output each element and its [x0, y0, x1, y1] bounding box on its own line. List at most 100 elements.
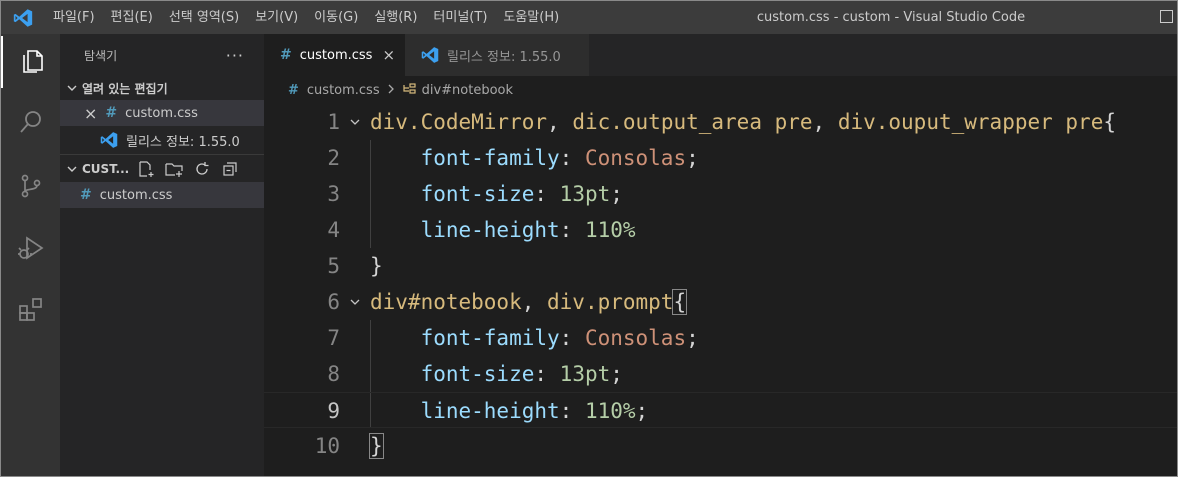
extensions-icon	[17, 296, 45, 328]
extensions-button[interactable]	[1, 286, 60, 338]
search-icon	[17, 108, 45, 140]
close-icon[interactable]: ×	[382, 46, 395, 64]
close-icon[interactable]: ×	[84, 104, 97, 123]
code-text: font-size: 13pt;	[420, 362, 623, 386]
vscode-file-icon	[421, 46, 439, 64]
code-line-3: 3 font-size: 13pt;	[264, 176, 1177, 212]
vscode-window: 파일(F) 편집(E) 선택 영역(S) 보기(V) 이동(G) 실행(R) 터…	[0, 0, 1178, 477]
line-number: 6	[327, 290, 340, 314]
menu-file[interactable]: 파일(F)	[45, 1, 103, 34]
file-label: custom.css	[99, 187, 173, 203]
open-editor-label: 릴리스 정보: 1.55.0	[126, 134, 240, 150]
title-bar: 파일(F) 편집(E) 선택 영역(S) 보기(V) 이동(G) 실행(R) 터…	[1, 1, 1177, 34]
open-editor-custom-css[interactable]: × # custom.css	[60, 100, 264, 126]
menu-bar: 파일(F) 편집(E) 선택 영역(S) 보기(V) 이동(G) 실행(R) 터…	[45, 1, 567, 34]
code-line-9: 9 line-height: 110%;	[264, 392, 1177, 428]
sidebar-title: 탐색기	[84, 48, 118, 63]
menu-edit[interactable]: 편집(E)	[103, 1, 161, 34]
menu-view[interactable]: 보기(V)	[247, 1, 306, 34]
line-number: 2	[327, 146, 340, 170]
code-line-7: 7 font-family: Consolas;	[264, 320, 1177, 356]
line-number: 1	[327, 110, 340, 134]
code-text: }	[369, 433, 384, 459]
vscode-file-icon	[100, 131, 118, 149]
chevron-right-icon	[386, 83, 396, 98]
fold-chevron-icon[interactable]	[340, 284, 370, 320]
breadcrumb-file[interactable]: custom.css	[307, 83, 380, 98]
chevron-down-icon	[64, 161, 80, 177]
chevron-down-icon	[64, 80, 80, 96]
css-file-icon: #	[105, 105, 118, 121]
window-title: custom.css - custom - Visual Studio Code	[756, 10, 1026, 25]
explorer-button[interactable]	[1, 36, 60, 88]
menu-terminal[interactable]: 터미널(T)	[425, 1, 495, 34]
sidebar-header: 탐색기 ···	[60, 34, 264, 76]
search-button[interactable]	[1, 98, 60, 150]
code-line-10: 10 }	[264, 428, 1177, 464]
more-actions-icon[interactable]: ···	[226, 46, 244, 65]
maximize-icon[interactable]	[1160, 10, 1173, 23]
breadcrumb-symbol[interactable]: div#notebook	[422, 83, 513, 98]
menu-help[interactable]: 도움말(H)	[495, 1, 567, 34]
css-file-icon: #	[280, 47, 292, 63]
run-debug-icon	[16, 233, 46, 267]
menu-selection[interactable]: 선택 영역(S)	[161, 1, 247, 34]
fold-chevron-icon[interactable]	[340, 104, 370, 140]
code-text: div.CodeMirror, dic.output_area pre, div…	[370, 110, 1116, 134]
open-editors-section[interactable]: 열려 있는 편집기	[60, 76, 264, 100]
code-text: }	[370, 254, 383, 278]
code-line-4: 4 line-height: 110%	[264, 212, 1177, 248]
code-text: line-height: 110%	[420, 218, 636, 242]
new-folder-icon[interactable]	[165, 160, 183, 178]
line-number: 7	[327, 326, 340, 350]
tab-custom-css[interactable]: # custom.css ×	[264, 34, 406, 76]
line-number: 5	[327, 254, 340, 278]
code-line-6: 6 div#notebook, div.prompt{	[264, 284, 1177, 320]
source-control-icon	[17, 172, 45, 204]
open-editor-release-notes[interactable]: 릴리스 정보: 1.55.0	[60, 126, 264, 154]
code-text: font-family: Consolas;	[420, 326, 699, 350]
file-custom-css[interactable]: # custom.css	[60, 182, 264, 208]
editor-tab-bar: # custom.css × 릴리스 정보: 1.55.0	[264, 34, 1177, 76]
css-file-icon: #	[288, 82, 299, 98]
code-text: div#notebook, div.prompt{	[370, 289, 688, 315]
menu-go[interactable]: 이동(G)	[306, 1, 366, 34]
refresh-icon[interactable]	[193, 160, 211, 178]
line-number: 4	[327, 218, 340, 242]
code-editor[interactable]: 1 div.CodeMirror, dic.output_area pre, d…	[264, 104, 1177, 476]
tab-release-notes[interactable]: 릴리스 정보: 1.55.0	[405, 34, 589, 76]
code-line-8: 8 font-size: 13pt;	[264, 356, 1177, 392]
code-text: font-size: 13pt;	[420, 182, 623, 206]
code-text: font-family: Consolas;	[420, 146, 699, 170]
open-editor-label: custom.css	[125, 105, 198, 121]
code-line-1: 1 div.CodeMirror, dic.output_area pre, d…	[264, 104, 1177, 140]
code-text: line-height: 110%;	[420, 399, 649, 423]
files-icon	[18, 46, 46, 78]
line-number: 10	[314, 434, 340, 458]
vscode-logo-icon	[1, 1, 45, 34]
new-file-icon[interactable]	[137, 160, 155, 178]
menu-run[interactable]: 실행(R)	[366, 1, 425, 34]
folder-label: CUST...	[82, 161, 130, 176]
tab-label: custom.css	[299, 47, 373, 63]
breadcrumb: # custom.css div#notebook	[264, 76, 1177, 104]
css-file-icon: #	[80, 187, 92, 203]
source-control-button[interactable]	[1, 162, 60, 214]
tab-label: 릴리스 정보: 1.55.0	[447, 49, 561, 65]
run-debug-button[interactable]	[1, 224, 60, 276]
explorer-sidebar: 탐색기 ··· 열려 있는 편집기 × # custom.css 릴리스 정보:…	[60, 34, 264, 476]
code-line-2: 2 font-family: Consolas;	[264, 140, 1177, 176]
collapse-all-icon[interactable]	[221, 160, 239, 178]
activity-bar	[1, 34, 60, 476]
line-number: 9	[327, 399, 340, 423]
folder-section[interactable]: CUST...	[60, 154, 264, 182]
symbol-icon	[402, 82, 418, 98]
code-line-5: 5 }	[264, 248, 1177, 284]
